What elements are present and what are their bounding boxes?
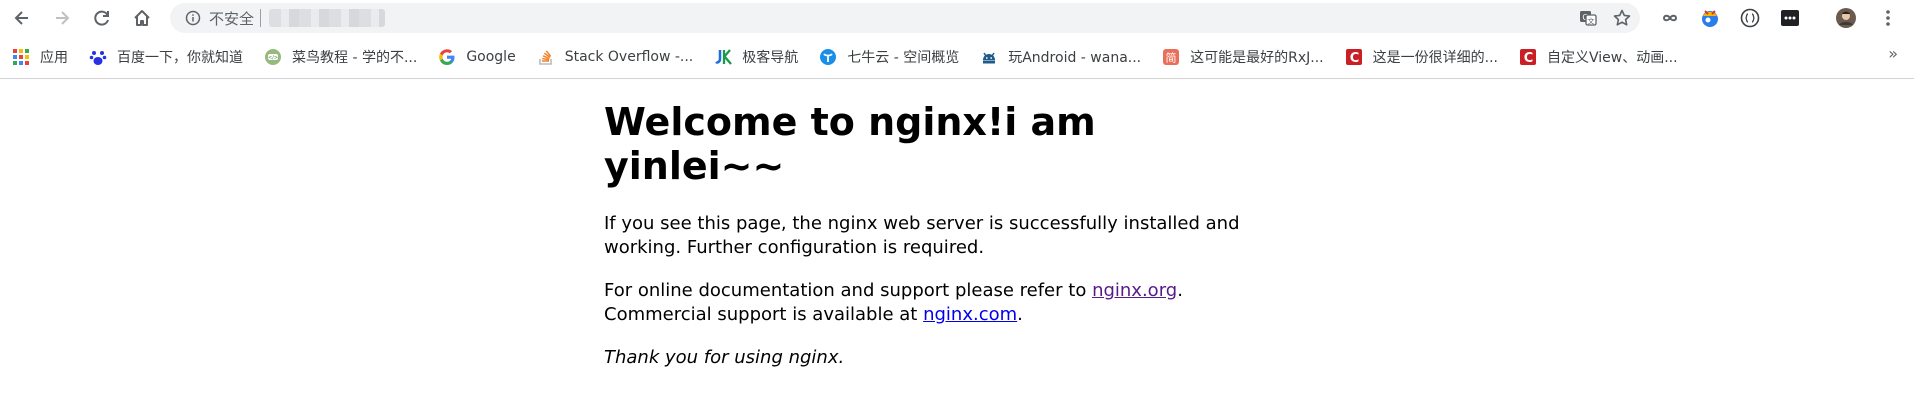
apps-grid-icon: [12, 48, 30, 66]
page-title: Welcome to nginx!i am yinlei~~: [604, 100, 1096, 188]
more-bookmarks-chevron-icon[interactable]: »: [1888, 44, 1898, 63]
bookmark-label: 极客导航: [742, 50, 799, 66]
home-button[interactable]: [122, 0, 162, 36]
csdn-icon: C: [1519, 48, 1537, 66]
forward-arrow-icon: [56, 11, 70, 25]
stackoverflow-icon: [537, 48, 555, 66]
infinity-icon: [1662, 14, 1678, 22]
bookmark-label: 七牛云 - 空间概览: [847, 50, 960, 66]
code-braces-icon: [1740, 8, 1760, 28]
bookmark-label: 应用: [40, 50, 68, 66]
baidu-paw-icon: [89, 48, 107, 66]
thanks-text: Thank you for using nginx.: [604, 347, 845, 368]
address-separator: [260, 9, 262, 27]
thanks-paragraph: Thank you for using nginx.: [604, 346, 1284, 370]
qiniu-icon: [819, 48, 837, 66]
bookmark-label: 这可能是最好的RxJ...: [1190, 50, 1324, 66]
bookmark-google[interactable]: Google: [438, 42, 523, 72]
runoob-icon: </>: [264, 48, 282, 66]
bookmark-label: Stack Overflow -...: [564, 49, 694, 65]
bookmark-jike[interactable]: 极客导航: [714, 42, 806, 72]
extension-dots[interactable]: [1774, 0, 1806, 36]
bookmarks-bar: 应用 百度一下，你就知道 </> 菜鸟教程 - 学的不... Google St…: [0, 36, 1914, 79]
redacted-url: [269, 9, 386, 27]
docs-text: For online documentation and support ple…: [604, 280, 1093, 301]
back-arrow-icon: [14, 11, 28, 25]
jianshu-icon: 简: [1162, 48, 1180, 66]
extension-colorful[interactable]: [1694, 0, 1726, 36]
bookmark-label: 百度一下，你就知道: [117, 50, 243, 66]
globe-ext-icon: [1702, 10, 1718, 27]
intro-paragraph: If you see this page, the nginx web serv…: [604, 213, 1240, 258]
security-label: 不安全: [209, 9, 255, 28]
bookmark-qiniu[interactable]: 七牛云 - 空间概览: [819, 42, 967, 72]
docs-paragraph: For online documentation and support ple…: [604, 279, 1284, 327]
bookmark-stackoverflow[interactable]: Stack Overflow -...: [537, 42, 702, 72]
android-icon: [980, 48, 998, 66]
address-bar[interactable]: 不安全 G文: [170, 3, 1640, 33]
back-button[interactable]: [2, 0, 42, 36]
info-icon[interactable]: [185, 10, 201, 26]
bookmark-apps[interactable]: 应用: [12, 42, 76, 72]
translate-icon[interactable]: G文: [1578, 8, 1598, 28]
csdn-icon: C: [1345, 48, 1363, 66]
commercial-text: Commercial support is available at: [604, 304, 924, 325]
nginx-org-link[interactable]: nginx.org: [1092, 280, 1177, 301]
bookmark-label: 玩Android - wana...: [1008, 50, 1142, 66]
bookmark-label: 自定义View、动画...: [1547, 50, 1678, 66]
forward-button[interactable]: [42, 0, 82, 36]
extension-infinity[interactable]: [1654, 0, 1686, 36]
svg-text:文: 文: [1588, 17, 1595, 26]
bookmark-runoob[interactable]: </> 菜鸟教程 - 学的不...: [264, 42, 425, 72]
avatar-icon: [1836, 8, 1856, 28]
reload-button[interactable]: [82, 0, 122, 36]
extension-code[interactable]: [1734, 0, 1766, 36]
profile-avatar[interactable]: [1830, 0, 1862, 36]
svg-text:</>: </>: [268, 55, 278, 61]
bookmark-label: 菜鸟教程 - 学的不...: [292, 50, 418, 66]
browser-toolbar: 不安全 G文: [0, 0, 1914, 36]
menu-button[interactable]: [1872, 0, 1904, 36]
star-icon[interactable]: [1612, 8, 1632, 28]
dots-box-icon: [1781, 10, 1799, 26]
home-icon: [134, 10, 150, 26]
bookmark-wanandroid[interactable]: 玩Android - wana...: [980, 42, 1149, 72]
kebab-menu-icon: [1886, 10, 1890, 26]
bookmark-label: 这是一份很详细的...: [1372, 50, 1498, 66]
address-actions: G文: [1578, 3, 1632, 33]
bookmark-baidu[interactable]: 百度一下，你就知道: [89, 42, 251, 72]
svg-text:C: C: [1349, 51, 1359, 66]
reload-icon: [94, 10, 109, 26]
bookmark-csdn-2[interactable]: C 自定义View、动画...: [1519, 42, 1686, 72]
bookmark-csdn-1[interactable]: C 这是一份很详细的...: [1345, 42, 1506, 72]
jike-icon: [714, 48, 733, 66]
bookmark-label: Google: [466, 49, 516, 65]
svg-text:简: 简: [1166, 51, 1177, 65]
svg-text:C: C: [1524, 51, 1534, 66]
docs-period: .: [1177, 280, 1183, 301]
google-icon: [438, 48, 456, 66]
nginx-com-link[interactable]: nginx.com: [923, 304, 1017, 325]
bookmark-jianshu[interactable]: 简 这可能是最好的RxJ...: [1162, 42, 1332, 72]
commercial-period: .: [1017, 304, 1023, 325]
page-content: Welcome to nginx!i am yinlei~~ If you se…: [604, 100, 1284, 389]
